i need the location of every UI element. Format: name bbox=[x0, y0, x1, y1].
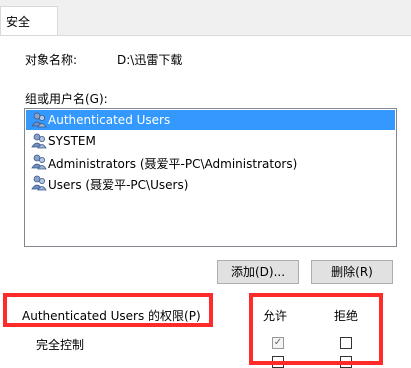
tab-security[interactable]: 安全 bbox=[0, 6, 58, 36]
user-listbox[interactable]: Authenticated Users SYSTEM Administrator… bbox=[24, 108, 397, 247]
allow-column-header: 允许 bbox=[263, 309, 288, 323]
full-control-deny-checkbox[interactable] bbox=[340, 337, 352, 349]
permissions-title: Authenticated Users 的权限(P) bbox=[22, 309, 201, 323]
user-item-authenticated-users[interactable]: Authenticated Users bbox=[26, 110, 395, 130]
users-group-icon bbox=[31, 175, 47, 191]
tab-security-label: 安全 bbox=[6, 15, 31, 29]
user-item-label: Authenticated Users bbox=[48, 113, 171, 127]
user-item-label: Administrators (聂爱平-PC\Administrators) bbox=[48, 157, 298, 171]
deny-column-header: 拒绝 bbox=[334, 309, 359, 323]
user-item-label: SYSTEM bbox=[48, 134, 96, 148]
object-name-label: 对象名称: bbox=[25, 53, 78, 67]
user-item-users[interactable]: Users (聂爱平-PC\Users) bbox=[26, 173, 395, 193]
permission-allow-checkbox[interactable] bbox=[272, 356, 284, 368]
users-group-icon bbox=[31, 154, 47, 170]
add-button[interactable]: 添加(D)... bbox=[217, 260, 299, 284]
permission-full-control-label: 完全控制 bbox=[36, 338, 85, 352]
user-item-label: Users (聂爱平-PC\Users) bbox=[48, 178, 189, 192]
user-item-administrators[interactable]: Administrators (聂爱平-PC\Administrators) bbox=[26, 152, 395, 172]
permission-deny-checkbox[interactable] bbox=[340, 356, 352, 368]
user-item-system[interactable]: SYSTEM bbox=[26, 131, 395, 151]
full-control-allow-checkbox[interactable]: ✓ bbox=[272, 337, 284, 349]
users-group-icon bbox=[31, 133, 47, 149]
object-name-value: D:\迅雷下载 bbox=[117, 53, 183, 67]
group-or-user-label: 组或用户名(G): bbox=[25, 92, 108, 106]
users-group-icon bbox=[31, 112, 47, 128]
remove-button[interactable]: 删除(R) bbox=[311, 260, 393, 284]
tab-strip: 安全 bbox=[0, 0, 411, 36]
